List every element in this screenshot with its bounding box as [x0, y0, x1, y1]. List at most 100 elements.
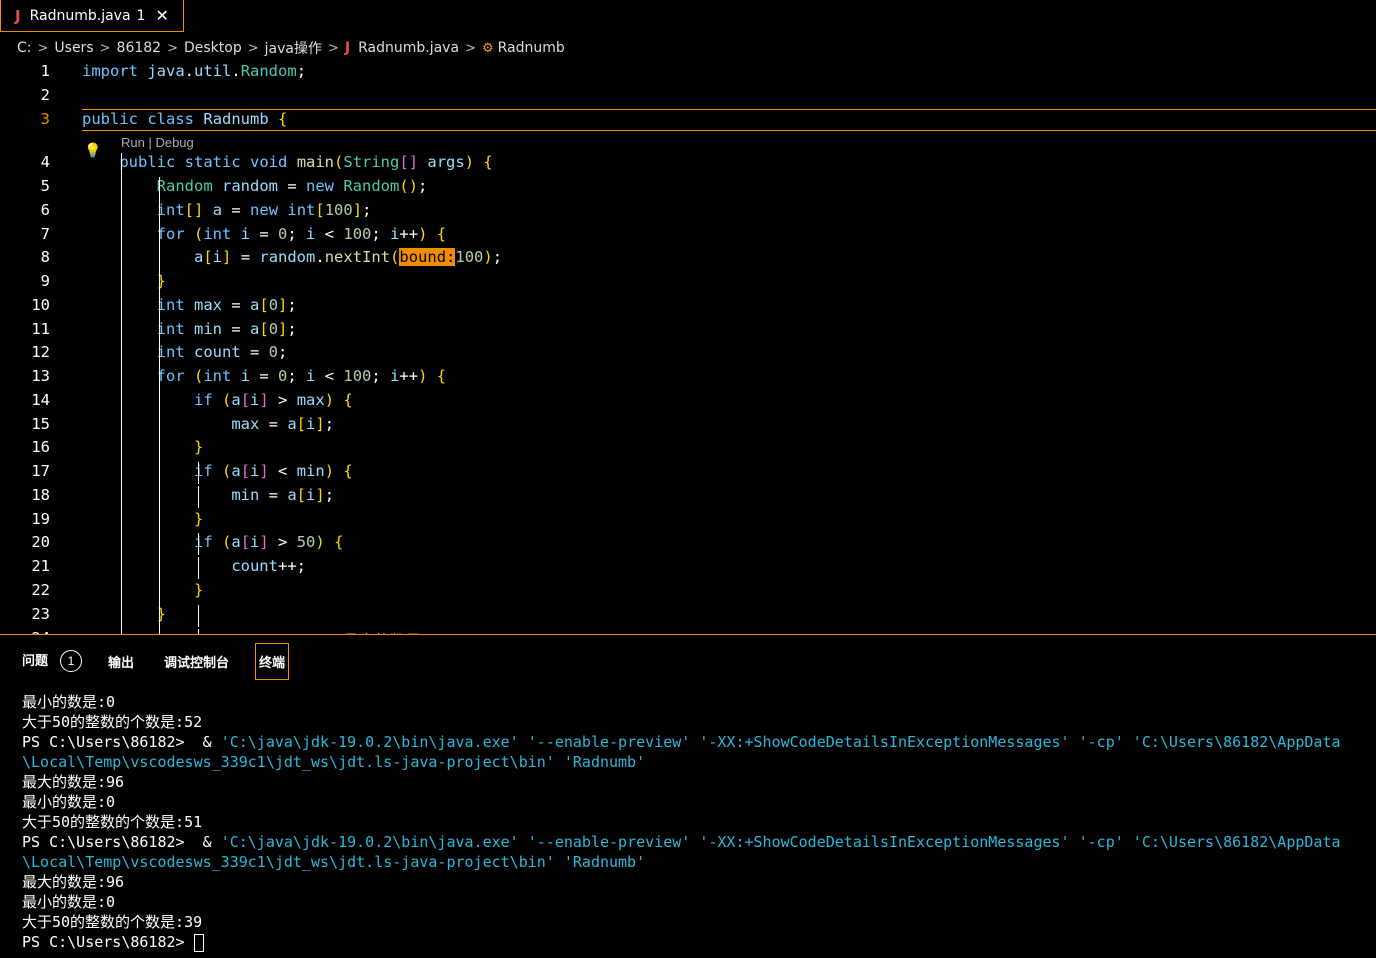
line-number: 1 — [40, 62, 50, 80]
line-number: 8 — [40, 248, 50, 266]
terminal-line: 大于50的整数的个数是:39 — [22, 913, 203, 931]
tab-problems-label: 问题 — [22, 653, 49, 668]
line-number: 11 — [31, 320, 50, 338]
code-line[interactable]: } — [82, 510, 203, 528]
indent-guide — [198, 533, 199, 555]
terminal-prompt: PS C:\Users\86182> — [22, 733, 194, 751]
line-number: 19 — [31, 510, 50, 528]
indent-guide — [198, 462, 199, 484]
chevron-right-icon: > — [167, 40, 178, 56]
code-line[interactable]: } — [82, 272, 166, 290]
breadcrumb-item[interactable]: 86182 — [117, 40, 162, 56]
run-debug-codelens[interactable]: Run | Debug — [121, 135, 194, 150]
code-editor[interactable]: 💡 Run | Debug 1 import java.util.Random; 2… — [0, 60, 1376, 634]
java-file-icon: J — [344, 40, 351, 56]
terminal-line: 最大的数是:96 — [22, 873, 125, 891]
code-line[interactable]: if (a[i] < min) { — [82, 462, 353, 480]
code-line[interactable]: int[] a = new int[100]; — [82, 201, 372, 219]
tab-terminal[interactable]: 终端 — [255, 642, 290, 680]
indent-guide — [159, 462, 160, 634]
breadcrumb: C: > Users > 86182 > Desktop > java操作 > … — [17, 37, 565, 59]
line-number: 18 — [31, 486, 50, 504]
code-line[interactable]: max = a[i]; — [82, 415, 334, 433]
indent-guide — [121, 153, 122, 634]
terminal-prompt: PS C:\Users\86182> — [22, 933, 194, 951]
line-number: 4 — [40, 153, 50, 171]
indent-guide — [198, 605, 199, 627]
terminal-cursor[interactable] — [193, 933, 204, 952]
terminal-line: 最大的数是:96 — [22, 773, 125, 791]
terminal-line: 最小的数是:0 — [22, 693, 116, 711]
chevron-right-icon: > — [327, 40, 339, 56]
line-number: 5 — [40, 177, 50, 195]
breadcrumb-item[interactable]: Desktop — [184, 40, 242, 56]
line-number: 13 — [31, 367, 50, 385]
code-line[interactable]: public class Radnumb { — [82, 110, 287, 128]
line-number: 9 — [40, 272, 50, 290]
code-line[interactable]: import java.util.Random; — [82, 62, 306, 80]
breadcrumb-item[interactable]: java操作 — [265, 38, 322, 58]
code-line[interactable]: int count = 0; — [82, 343, 288, 361]
line-number: 14 — [31, 391, 50, 409]
line-number: 17 — [31, 462, 50, 480]
breadcrumb-item[interactable]: Radnumb — [498, 40, 565, 56]
terminal-operator: & — [193, 833, 221, 851]
chevron-right-icon: > — [465, 40, 476, 56]
code-line[interactable]: public static void main(String[] args) { — [82, 153, 492, 171]
breadcrumb-item[interactable]: Radnumb.java — [358, 40, 459, 56]
code-line[interactable]: Random random = new Random(); — [82, 177, 428, 195]
line-number: 22 — [31, 581, 50, 599]
editor-tab-bar: J Radnumb.java 1 ✕ — [0, 0, 1376, 34]
line-number: 15 — [31, 415, 50, 433]
line-number: 20 — [31, 533, 50, 551]
line-number: 16 — [31, 438, 50, 456]
terminal-command: 'C:\java\jdk-19.0.2\bin\java.exe' '--ena… — [22, 733, 1341, 771]
breadcrumb-item[interactable]: C: — [17, 40, 32, 56]
line-number: 23 — [31, 605, 50, 623]
tab-output[interactable]: 输出 — [108, 652, 134, 671]
indent-guide — [198, 486, 199, 508]
line-number: 3 — [40, 110, 50, 128]
code-line[interactable]: if (a[i] > max) { — [82, 391, 353, 409]
terminal-line: 最小的数是:0 — [22, 893, 116, 911]
code-line[interactable]: for (int i = 0; i < 100; i++) { — [82, 367, 446, 385]
code-line[interactable]: } — [82, 438, 203, 456]
terminal-operator: & — [193, 733, 221, 751]
code-line[interactable]: } — [82, 605, 166, 623]
tab-label: Radnumb.java — [29, 7, 131, 24]
tab-problem-count: 1 — [136, 7, 146, 24]
breadcrumb-item[interactable]: Users — [54, 40, 93, 56]
code-line[interactable]: a[i] = random.nextInt(bound:100); — [82, 248, 502, 266]
terminal-line: PS C:\Users\86182> & 'C:\java\jdk-19.0.2… — [22, 732, 1358, 772]
line-number: 7 — [40, 225, 50, 243]
tab-debug-console[interactable]: 调试控制台 — [164, 652, 229, 671]
code-line[interactable]: for (int i = 0; i < 100; i++) { — [82, 225, 446, 243]
terminal-line: 大于50的整数的个数是:51 — [22, 813, 203, 831]
code-line[interactable]: int max = a[0]; — [82, 296, 297, 314]
terminal-output[interactable]: 最小的数是:0 大于50的整数的个数是:52 PS C:\Users\86182> … — [22, 692, 1358, 952]
indent-guide — [198, 557, 199, 579]
indent-guide — [159, 248, 160, 270]
code-line[interactable]: min = a[i]; — [82, 486, 334, 504]
problems-count-badge: 1 — [60, 650, 83, 672]
line-number: 12 — [31, 343, 50, 361]
class-icon: ⚙ — [481, 40, 494, 56]
chevron-right-icon: > — [247, 40, 259, 56]
java-file-icon: J — [15, 6, 21, 25]
line-number: 2 — [40, 86, 50, 104]
tab-radnumb-java[interactable]: J Radnumb.java 1 ✕ — [0, 0, 184, 32]
line-number: 6 — [40, 201, 50, 219]
code-line[interactable]: count++; — [82, 557, 306, 575]
code-line[interactable]: int min = a[0]; — [82, 320, 297, 338]
tab-problems[interactable]: 问题 1 — [22, 650, 83, 672]
code-line[interactable]: } — [82, 581, 203, 599]
panel-divider — [0, 634, 1376, 635]
terminal-line: 最小的数是:0 — [22, 793, 116, 811]
terminal-line: PS C:\Users\86182> — [22, 932, 1358, 952]
close-icon[interactable]: ✕ — [155, 6, 168, 25]
line-number: 10 — [31, 296, 50, 314]
line-number: 21 — [31, 557, 50, 575]
terminal-line: PS C:\Users\86182> & 'C:\java\jdk-19.0.2… — [22, 832, 1358, 872]
terminal-line: 大于50的整数的个数是:52 — [22, 713, 203, 731]
panel-tabs: 问题 1 输出 调试控制台 终端 — [0, 642, 290, 680]
